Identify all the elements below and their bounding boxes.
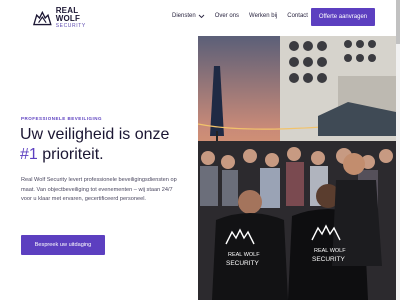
hero-intro: Real Wolf Security levert professionele … [21,177,177,202]
hero-headline: Uw veiligheid is onze #1 prioriteit. [20,125,196,165]
scrollbar-thumb[interactable] [396,0,400,44]
site-header: REAL WOLF SECURITY Diensten Over ons Wer… [0,0,400,36]
nav-item-werken-bij[interactable]: Werken bij [249,13,277,19]
nav-item-over-ons[interactable]: Over ons [215,13,239,19]
nav-item-label: Contact [287,13,308,19]
brand-logo[interactable]: REAL WOLF SECURITY [32,6,102,29]
nav-item-contact[interactable]: Contact [287,13,308,19]
nav-item-diensten[interactable]: Diensten [172,13,205,19]
headline-line1: Uw veiligheid is onze [20,126,170,143]
wolf-shield-icon [32,10,52,26]
guard-shirt-sub: SECURITY [312,256,346,263]
nav-item-label: Over ons [214,13,240,19]
page-scrollbar[interactable] [396,0,400,300]
headline-rest: prioriteit. [37,146,104,163]
headline-accent: #1 [20,146,38,163]
main-nav: Diensten Over ons Werken bij Contact [172,13,318,19]
brand-sub: SECURITY [55,23,86,29]
nav-item-label: Werken bij [249,13,278,19]
hero-photo: REAL WOLF SECURITY REAL WOLF SECURITY [198,36,396,300]
guard-shirt-brand: REAL WOLF [314,248,346,254]
brand-name: REAL WOLF [55,6,81,23]
crowd-photo-illustration: REAL WOLF SECURITY REAL WOLF SECURITY [198,36,396,300]
chevron-down-icon [198,14,205,19]
discuss-challenge-button[interactable]: Bespreek uw uitdaging [21,235,105,255]
nav-item-label: Diensten [172,13,196,19]
request-quote-button[interactable]: Offerte aanvragen [311,8,375,26]
guard-shirt-brand: REAL WOLF [228,252,260,258]
guard-shirt-sub: SECURITY [226,260,260,267]
hero-eyebrow: PROFESSIONELE BEVEILIGING [21,116,103,121]
